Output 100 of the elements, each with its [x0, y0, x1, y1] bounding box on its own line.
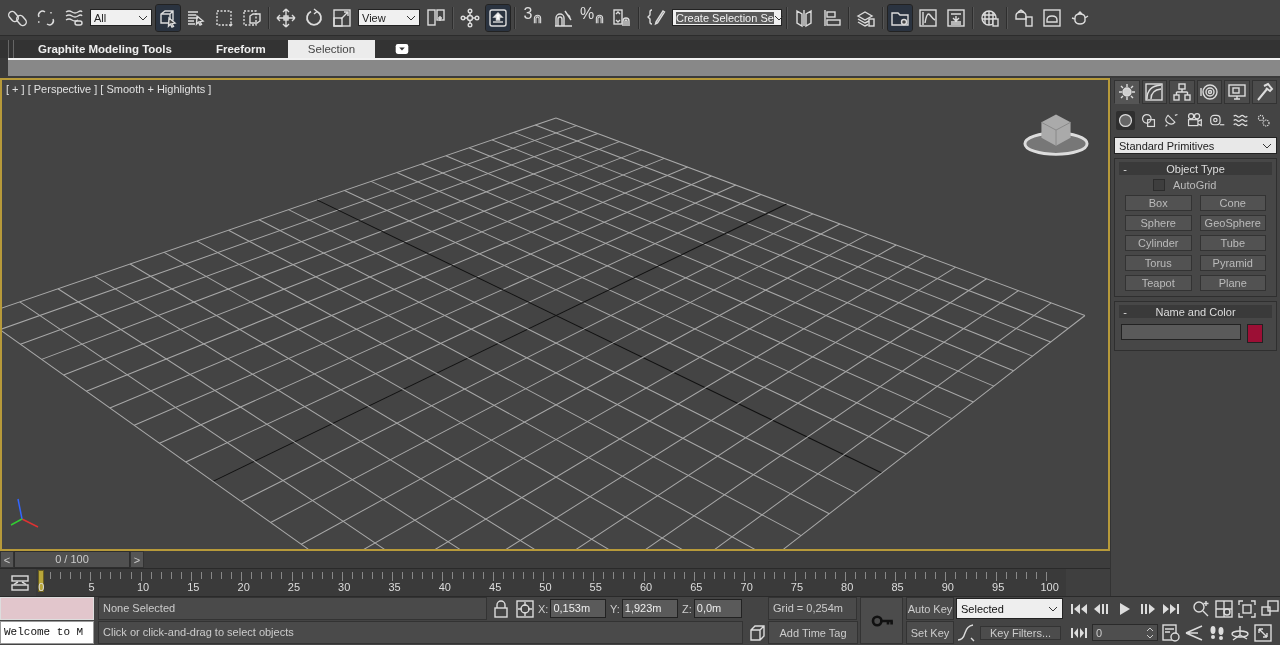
- key-filters-button[interactable]: Key Filters...: [980, 625, 1061, 640]
- panel-tab[interactable]: [1141, 80, 1167, 104]
- next-frame-button[interactable]: >: [130, 551, 144, 568]
- window-crossing-icon: [242, 7, 262, 28]
- name-field[interactable]: [1121, 324, 1241, 340]
- coordinate-field[interactable]: 1,923m: [621, 599, 678, 618]
- collapse-toggle[interactable]: -: [1119, 162, 1131, 175]
- frame-number: 100: [1040, 581, 1059, 594]
- frame-number: 25: [287, 581, 301, 594]
- field-of-view-icon[interactable]: [1184, 622, 1204, 643]
- track-bar[interactable]: 0 5 10 15 20 25 30 35 40 45 50 55 60 65 70 75 80 85 90 95 100: [36, 569, 1066, 596]
- lock-icon[interactable]: [491, 598, 511, 619]
- ribbon-tab[interactable]: Graphite Modeling Tools: [24, 40, 194, 58]
- time-slider-thumb[interactable]: 0 / 100: [14, 551, 130, 568]
- add-time-tag-button[interactable]: Add Time Tag: [768, 621, 858, 644]
- frame-number: 95: [992, 581, 1005, 594]
- nodes-icon: [460, 7, 480, 28]
- time-configuration-icon[interactable]: [1161, 622, 1181, 643]
- snap-toggle-button[interactable]: 3: [520, 4, 547, 31]
- caret-icon: [773, 14, 784, 21]
- zoom-extents-icon[interactable]: [1237, 598, 1257, 619]
- edit-selection-icon: [646, 7, 666, 28]
- spinner-icon[interactable]: [1146, 625, 1154, 640]
- menu-icon[interactable]: [395, 42, 410, 56]
- rollout-title: Name and Color: [1154, 305, 1237, 318]
- primitive-button[interactable]: Plane: [1199, 275, 1266, 291]
- ribbon-tab[interactable]: Selection: [287, 40, 376, 58]
- mirror-icon: [794, 7, 814, 28]
- schematic-icon: [946, 7, 966, 28]
- frame-number: 85: [891, 581, 904, 594]
- viewport-label[interactable]: [ Smooth + Highlights ]: [100, 83, 212, 95]
- zoom-extents-all-icon[interactable]: [1260, 598, 1280, 619]
- coordinate-label: Y:: [610, 602, 620, 615]
- panel-tab[interactable]: [1114, 80, 1140, 104]
- named-selection-dropdown[interactable]: Create Selection Se: [672, 9, 782, 26]
- primitive-button[interactable]: Torus: [1125, 255, 1192, 271]
- panel-tab[interactable]: [1196, 80, 1222, 104]
- primitive-button[interactable]: Box: [1125, 195, 1192, 211]
- toolbar-button[interactable]: [888, 4, 912, 31]
- curve-editor-icon: [918, 7, 938, 28]
- frame-number: 60: [639, 581, 653, 594]
- zoom-all-icon[interactable]: [1214, 598, 1234, 619]
- color-swatch[interactable]: [1247, 324, 1263, 343]
- rollout-title: Object Type: [1165, 162, 1226, 175]
- toolbar-button[interactable]: [486, 4, 510, 31]
- panel-tab[interactable]: [1169, 80, 1195, 104]
- rollout-header[interactable]: - Name and Color: [1119, 305, 1272, 318]
- rollout-header[interactable]: - Object Type: [1119, 162, 1272, 175]
- keyboard-override-icon: [488, 7, 508, 28]
- light-icon: [1163, 112, 1180, 129]
- time-slider[interactable]: < 0 / 100 >: [0, 551, 1110, 569]
- frame-number: 40: [438, 581, 451, 594]
- time-marker[interactable]: [38, 570, 44, 592]
- primitive-button[interactable]: Cone: [1199, 195, 1266, 211]
- primitive-button[interactable]: Pyramid: [1199, 255, 1266, 271]
- coordinate-field[interactable]: 0,0m: [693, 599, 742, 618]
- checkbox[interactable]: [1153, 179, 1165, 191]
- modify-icon: [1144, 82, 1165, 102]
- toolbar-button[interactable]: [156, 4, 180, 31]
- key-mode-dropdown[interactable]: Selected: [956, 598, 1063, 619]
- time-tag-icon[interactable]: [747, 622, 767, 643]
- caret-icon: [406, 14, 416, 21]
- primitive-button[interactable]: GeoSphere: [1199, 215, 1266, 231]
- auto-key-button[interactable]: Auto Key: [906, 597, 954, 620]
- frame-number: 90: [941, 581, 954, 594]
- category-button[interactable]: [1139, 111, 1158, 130]
- absolute-mode-icon[interactable]: [515, 598, 535, 619]
- curve-editor-mini-icon[interactable]: [10, 572, 30, 593]
- category-button[interactable]: [1116, 111, 1135, 130]
- frame-number: 80: [841, 581, 854, 594]
- previous-frame-button[interactable]: <: [0, 551, 14, 568]
- shapes-icon: [1140, 112, 1157, 129]
- primitive-button[interactable]: Cylinder: [1125, 235, 1192, 251]
- waves-icon: [1232, 112, 1249, 129]
- listener-output[interactable]: Welcome to M: [0, 621, 94, 644]
- rotate-icon: [304, 7, 324, 28]
- zoom-icon[interactable]: [1191, 598, 1211, 619]
- viewport-label[interactable]: [ Perspective ]: [27, 83, 98, 95]
- primitive-button[interactable]: Teapot: [1125, 275, 1192, 291]
- dropdown[interactable]: View: [358, 9, 420, 26]
- listener-input[interactable]: [0, 597, 94, 620]
- primitives-dropdown[interactable]: Standard Primitives: [1114, 137, 1277, 154]
- maximize-icon[interactable]: [1253, 622, 1273, 643]
- caret-icon: [138, 14, 148, 21]
- ribbon-tab[interactable]: Freeform: [193, 40, 288, 58]
- collapse-toggle[interactable]: -: [1119, 305, 1131, 318]
- viewport-label[interactable]: [ + ]: [6, 83, 25, 95]
- viewport[interactable]: [ + ] [ Perspective ] [ Smooth + Highlights ]: [0, 78, 1110, 551]
- material-icon: [980, 7, 1000, 28]
- panel-tab[interactable]: [1251, 80, 1277, 104]
- primitive-button[interactable]: Tube: [1199, 235, 1266, 251]
- panel-tab[interactable]: [1224, 80, 1250, 104]
- primitive-button[interactable]: Sphere: [1125, 215, 1192, 231]
- tangent-icon[interactable]: [956, 622, 976, 643]
- snap-toggle-button[interactable]: %: [579, 4, 606, 31]
- dropdown[interactable]: All: [90, 9, 152, 26]
- frame-field[interactable]: 0: [1092, 624, 1158, 641]
- set-key-button[interactable]: Set Key: [906, 621, 954, 644]
- coordinate-field[interactable]: 0,153m: [550, 599, 606, 618]
- select-object-icon: [158, 7, 178, 28]
